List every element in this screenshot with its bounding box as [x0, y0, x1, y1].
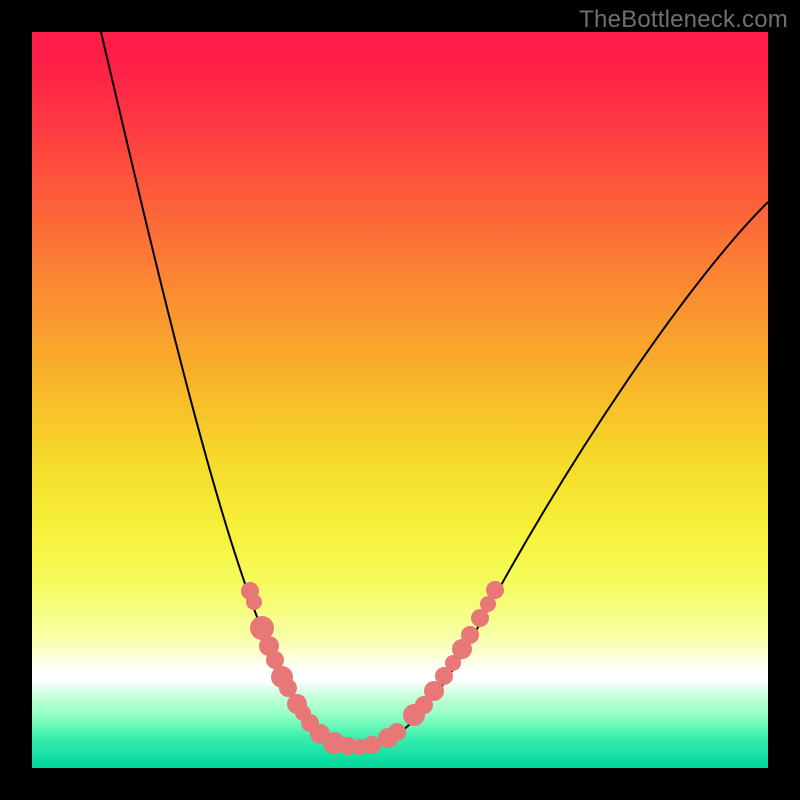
watermark-text: TheBottleneck.com [579, 6, 788, 34]
marker-group [241, 581, 504, 755]
marker-dot [246, 594, 262, 610]
marker-dot [486, 581, 504, 599]
marker-dot [279, 679, 297, 697]
bottleneck-curve [101, 32, 768, 747]
curve-svg [32, 32, 768, 768]
marker-dot [388, 723, 406, 741]
plot-area [32, 32, 768, 768]
marker-dot [461, 626, 479, 644]
chart-frame: TheBottleneck.com [0, 0, 800, 800]
